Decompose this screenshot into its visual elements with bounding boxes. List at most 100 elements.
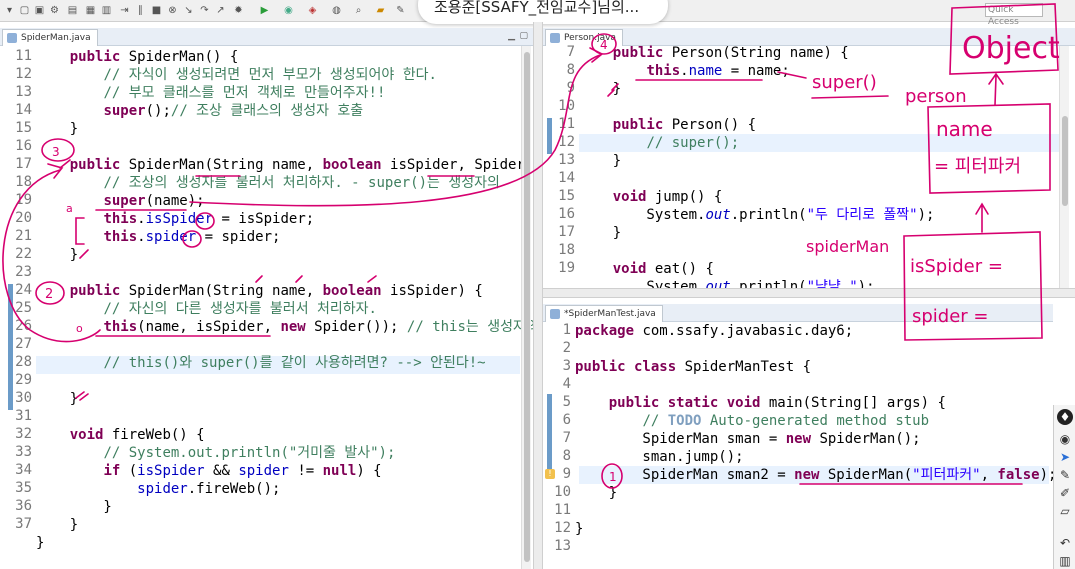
line-number: 20 xyxy=(15,210,32,226)
line-number: 18 xyxy=(15,174,32,190)
line-number: 18 xyxy=(558,242,575,258)
terminal-icon[interactable]: ▥ xyxy=(100,4,113,17)
stop-icon[interactable]: ■ xyxy=(150,4,163,17)
spiderman-tabbar: SpiderMan.java ▁ ▢ xyxy=(0,28,533,46)
eye-icon[interactable]: ◉ xyxy=(1057,431,1073,447)
save-icon[interactable]: ▣ xyxy=(33,4,46,17)
pencil-icon[interactable]: ✎ xyxy=(1057,467,1073,483)
java-file-icon xyxy=(550,309,560,319)
line-number: 13 xyxy=(558,152,575,168)
window-title-overlay: 조용준[SSAFY_전임교수]님의... xyxy=(418,0,668,24)
print-icon[interactable]: ▤ xyxy=(66,4,79,17)
person-code[interactable]: public Person(String name) { this.name =… xyxy=(579,44,935,288)
tab-spidermantest-java[interactable]: *SpiderManTest.java xyxy=(545,305,663,322)
line-number: 7 xyxy=(566,44,575,60)
person-vertical-scrollbar[interactable] xyxy=(1059,46,1069,288)
line-number: 36 xyxy=(15,498,32,514)
trash-icon[interactable]: ▥ xyxy=(1057,553,1073,569)
line-number: 8 xyxy=(562,448,571,464)
maximize-icon[interactable]: ▢ xyxy=(519,31,528,41)
step-into-icon[interactable]: ↘ xyxy=(182,4,195,17)
line-number: 24 xyxy=(15,282,32,298)
line-number: 8 xyxy=(566,62,575,78)
line-number: 19 xyxy=(558,260,575,276)
line-number: 1 xyxy=(562,322,571,338)
new-class-icon[interactable]: ◍ xyxy=(330,4,343,17)
spidermantest-code[interactable]: package com.ssafy.javabasic.day6; public… xyxy=(575,322,1053,538)
line-number: 11 xyxy=(15,48,32,64)
line-number: 27 xyxy=(15,336,32,352)
person-editor: Person.java 7 8 9 10 11 12 13 14 15 16 17 18 19 publ… xyxy=(543,28,1075,288)
main-toolbar: ▾ ▢ ▣ ⚙ ▤ ▦ ▥ ⇥ ∥ ■ ⊗ ↘ ↷ ↗ ✹ ▶ ◉ ◈ ◍ ⌕ … xyxy=(0,0,1075,27)
console-icon[interactable]: ▦ xyxy=(84,4,97,17)
menu-icon[interactable]: ▾ xyxy=(3,4,16,17)
eraser-icon[interactable]: ▱ xyxy=(1057,503,1073,519)
undo-icon[interactable]: ↶ xyxy=(1057,535,1073,551)
spidermantest-editor: *SpiderManTest.java ! 1 2 3 4 5 6 7 8 9 10 11 12 13 … xyxy=(543,304,1053,569)
coverage-icon[interactable]: ◉ xyxy=(282,4,295,17)
line-number: 37 xyxy=(15,516,32,532)
line-number: 30 xyxy=(15,390,32,406)
minimize-icon[interactable]: ▁ xyxy=(508,31,515,41)
line-number: 16 xyxy=(558,206,575,222)
line-number: 32 xyxy=(15,426,32,442)
scroll-thumb[interactable] xyxy=(1062,116,1068,206)
line-number: 15 xyxy=(15,120,32,136)
line-number: 10 xyxy=(554,484,571,500)
line-number: 13 xyxy=(15,84,32,100)
editor-hdivider[interactable] xyxy=(543,288,1075,298)
search-icon[interactable]: ⌕ xyxy=(352,4,365,17)
line-number: 12 xyxy=(15,66,32,82)
quick-access-input[interactable]: Quick Access xyxy=(985,3,1043,27)
line-number: 17 xyxy=(15,156,32,172)
line-number: 14 xyxy=(558,170,575,186)
line-number: 25 xyxy=(15,300,32,316)
line-number: 16 xyxy=(15,138,32,154)
left-vertical-scrollbar[interactable] xyxy=(521,46,531,569)
annotation-icon[interactable]: ✎ xyxy=(394,4,407,17)
line-number: 15 xyxy=(558,188,575,204)
scroll-thumb[interactable] xyxy=(524,52,530,562)
line-number: 11 xyxy=(554,502,571,518)
line-number: 17 xyxy=(558,224,575,240)
debug-icon[interactable]: ✹ xyxy=(232,4,245,17)
editor-divider[interactable] xyxy=(533,22,543,569)
line-number: 21 xyxy=(15,228,32,244)
spiderman-code[interactable]: public SpiderMan() { // 자식이 생성되려면 먼저 부모가… xyxy=(36,48,533,552)
disconnect-icon[interactable]: ⊗ xyxy=(166,4,179,17)
line-number: 9 xyxy=(566,80,575,96)
line-number: 6 xyxy=(562,412,571,428)
pause-icon[interactable]: ∥ xyxy=(134,4,147,17)
settings-icon[interactable]: ⚙ xyxy=(48,4,61,17)
step-icon[interactable]: ⇥ xyxy=(118,4,131,17)
run-icon[interactable]: ▶ xyxy=(258,4,271,17)
line-number: 9 xyxy=(562,466,571,482)
line-number: 7 xyxy=(562,430,571,446)
line-number: 26 xyxy=(15,318,32,334)
line-number: 11 xyxy=(558,116,575,132)
annotation-toolbar: ♦ ◉ ➤ ✎ ✐ ▱ ↶ ▥ xyxy=(1053,405,1075,569)
line-number: 34 xyxy=(15,462,32,478)
external-tools-icon[interactable]: ◈ xyxy=(306,4,319,17)
line-number: 22 xyxy=(15,246,32,262)
line-number: 5 xyxy=(562,394,571,410)
marker-icon[interactable]: ✐ xyxy=(1057,485,1073,501)
spiderman-editor: SpiderMan.java ▁ ▢ 11 12 13 14 15 16 17 18 19 20 2… xyxy=(0,28,533,569)
pen-tool-icon[interactable]: ♦ xyxy=(1057,409,1073,425)
step-over-icon[interactable]: ↷ xyxy=(198,4,211,17)
open-folder-icon[interactable]: ▰ xyxy=(374,4,387,17)
tab-spiderman-java[interactable]: SpiderMan.java xyxy=(2,29,98,46)
line-number: 23 xyxy=(15,264,32,280)
line-number: 3 xyxy=(562,358,571,374)
step-return-icon[interactable]: ↗ xyxy=(214,4,227,17)
line-number: 28 xyxy=(15,354,32,370)
line-number: 33 xyxy=(15,444,32,460)
line-number: 13 xyxy=(554,538,571,554)
line-number: 10 xyxy=(558,98,575,114)
new-icon[interactable]: ▢ xyxy=(18,4,31,17)
line-number: 4 xyxy=(562,376,571,392)
line-number: 29 xyxy=(15,372,32,388)
line-number: 12 xyxy=(558,134,575,150)
cursor-icon[interactable]: ➤ xyxy=(1057,449,1073,465)
line-number: 19 xyxy=(15,192,32,208)
